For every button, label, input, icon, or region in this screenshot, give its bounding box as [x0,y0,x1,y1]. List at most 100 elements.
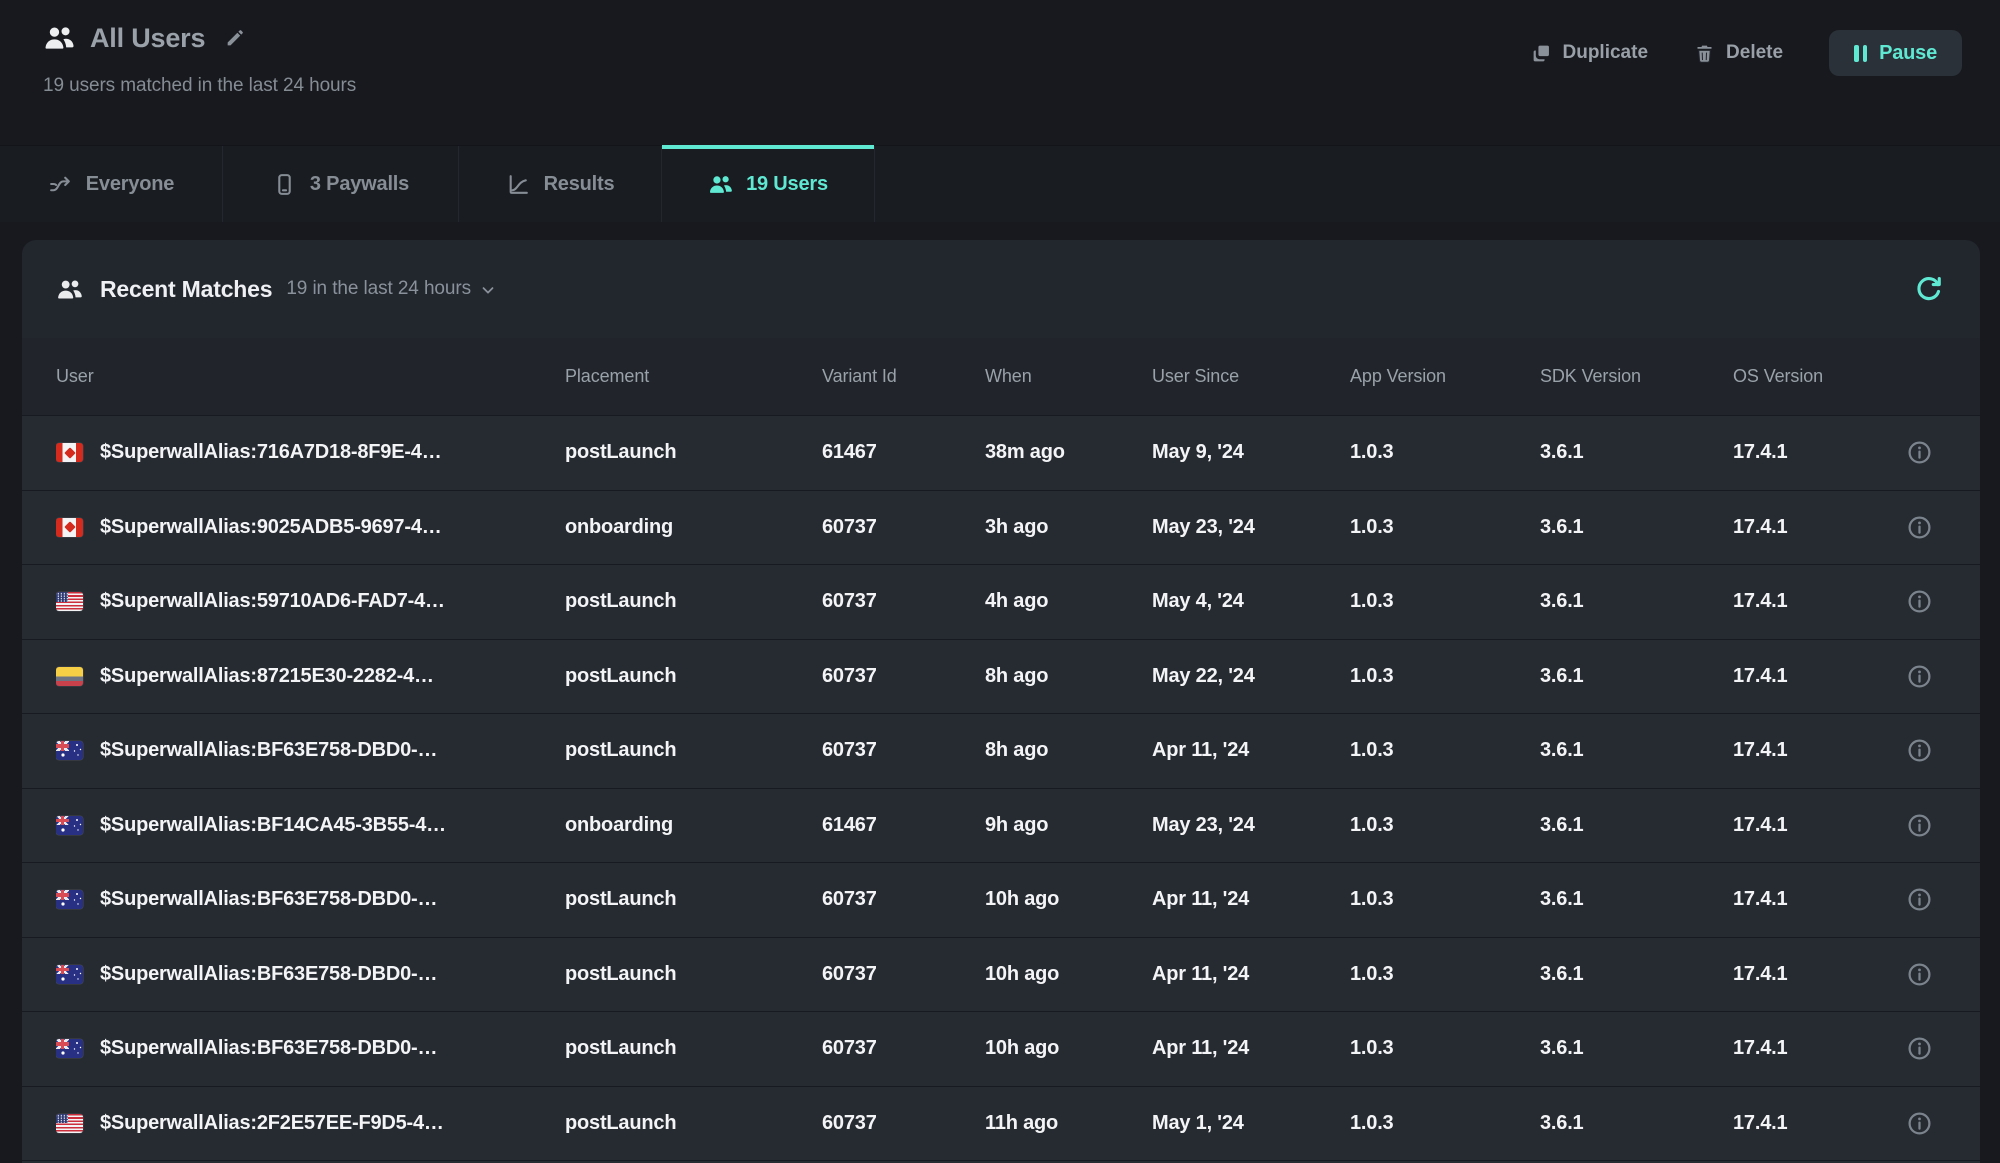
header-actions: Duplicate Delete Pause [1531,30,1963,76]
time-range-label: 19 in the last 24 hours [286,278,471,300]
country-flag-icon [56,667,83,686]
info-icon[interactable] [1906,1035,1933,1062]
page-title: All Users [90,23,205,54]
info-icon[interactable] [1906,812,1933,839]
table-row[interactable]: $SuperwallAlias:BF63E758-DBD0-… postLaun… [22,937,1980,1012]
table-body: $SuperwallAlias:716A7D18-8F9E-4… postLau… [22,415,1980,1163]
user-since-value: Apr 11, '24 [1152,888,1350,911]
variant-id-value: 60737 [822,516,985,539]
column-header-os-version: OS Version [1733,366,1893,387]
variant-id-value: 61467 [822,814,985,837]
info-icon[interactable] [1906,663,1933,690]
app-version-value: 1.0.3 [1350,516,1540,539]
table-row[interactable]: $SuperwallAlias:2F2E57EE-F9D5-4… postLau… [22,1086,1980,1161]
duplicate-button[interactable]: Duplicate [1531,42,1649,64]
refresh-icon[interactable] [1914,274,1944,304]
user-since-value: May 22, '24 [1152,665,1350,688]
user-alias: $SuperwallAlias:2F2E57EE-F9D5-4… [100,1112,444,1135]
column-header-placement: Placement [565,366,822,387]
user-alias: $SuperwallAlias:BF14CA45-3B55-4… [100,814,446,837]
user-since-value: May 1, '24 [1152,1112,1350,1135]
column-header-app-version: App Version [1350,366,1540,387]
info-icon[interactable] [1906,514,1933,541]
sdk-version-value: 3.6.1 [1540,888,1733,911]
user-alias: $SuperwallAlias:BF63E758-DBD0-… [100,1037,437,1060]
column-header-variant-id: Variant Id [822,366,985,387]
os-version-value: 17.4.1 [1733,1112,1893,1135]
user-alias: $SuperwallAlias:59710AD6-FAD7-4… [100,590,445,613]
when-value: 10h ago [985,963,1152,986]
app-version-value: 1.0.3 [1350,590,1540,613]
user-since-value: May 9, '24 [1152,441,1350,464]
pause-button[interactable]: Pause [1829,30,1962,76]
info-icon[interactable] [1906,588,1933,615]
app-version-value: 1.0.3 [1350,963,1540,986]
country-flag-icon [56,518,83,537]
placement-value: onboarding [565,516,822,539]
when-value: 8h ago [985,665,1152,688]
tab-users-label: 19 Users [746,173,828,196]
variant-id-value: 60737 [822,590,985,613]
sdk-version-value: 3.6.1 [1540,1037,1733,1060]
placement-value: postLaunch [565,665,822,688]
country-flag-icon [56,890,83,909]
info-icon[interactable] [1906,961,1933,988]
column-header-sdk-version: SDK Version [1540,366,1733,387]
when-value: 11h ago [985,1112,1152,1135]
sdk-version-value: 3.6.1 [1540,814,1733,837]
user-since-value: May 23, '24 [1152,814,1350,837]
variant-id-value: 61467 [822,441,985,464]
duplicate-icon [1531,43,1552,64]
placement-value: postLaunch [565,1037,822,1060]
tab-paywalls[interactable]: 3 Paywalls [223,146,459,222]
country-flag-icon [56,1114,83,1133]
user-alias: $SuperwallAlias:87215E30-2282-4… [100,665,434,688]
variant-id-value: 60737 [822,1037,985,1060]
table-row[interactable]: $SuperwallAlias:59710AD6-FAD7-4… postLau… [22,564,1980,639]
table-row[interactable]: $SuperwallAlias:BF63E758-DBD0-… postLaun… [22,713,1980,788]
placement-value: postLaunch [565,963,822,986]
chart-icon [506,172,531,197]
sdk-version-value: 3.6.1 [1540,963,1733,986]
country-flag-icon [56,965,83,984]
time-range-selector[interactable]: 19 in the last 24 hours [286,278,497,300]
edit-title-icon[interactable] [224,27,246,49]
table-row[interactable]: $SuperwallAlias:716A7D18-8F9E-4… postLau… [22,415,1980,490]
user-since-value: May 4, '24 [1152,590,1350,613]
info-icon[interactable] [1906,737,1933,764]
when-value: 9h ago [985,814,1152,837]
table-row[interactable]: $SuperwallAlias:BF63E758-DBD0-… postLaun… [22,862,1980,937]
os-version-value: 17.4.1 [1733,814,1893,837]
table-row[interactable]: $SuperwallAlias:BF14CA45-3B55-4… onboard… [22,788,1980,863]
variant-id-value: 60737 [822,739,985,762]
table-row[interactable]: $SuperwallAlias:9025ADB5-9697-4… onboard… [22,490,1980,565]
country-flag-icon [56,443,83,462]
when-value: 3h ago [985,516,1152,539]
info-icon[interactable] [1906,439,1933,466]
column-header-user: User [56,366,565,387]
recent-matches-header: Recent Matches 19 in the last 24 hours [22,240,1980,338]
os-version-value: 17.4.1 [1733,665,1893,688]
user-since-value: Apr 11, '24 [1152,739,1350,762]
branch-arrow-icon [48,172,73,197]
delete-label: Delete [1726,42,1783,64]
placement-value: postLaunch [565,590,822,613]
user-alias: $SuperwallAlias:9025ADB5-9697-4… [100,516,442,539]
tab-users[interactable]: 19 Users [662,146,875,222]
tab-everyone[interactable]: Everyone [0,146,223,222]
table-row[interactable]: $SuperwallAlias:87215E30-2282-4… postLau… [22,639,1980,714]
variant-id-value: 60737 [822,1112,985,1135]
tab-results[interactable]: Results [459,146,662,222]
table-row[interactable]: $SuperwallAlias:BF63E758-DBD0-… postLaun… [22,1011,1980,1086]
app-version-value: 1.0.3 [1350,739,1540,762]
info-icon[interactable] [1906,886,1933,913]
country-flag-icon [56,592,83,611]
column-header-user-since: User Since [1152,366,1350,387]
os-version-value: 17.4.1 [1733,739,1893,762]
phone-icon [272,172,297,197]
info-icon[interactable] [1906,1110,1933,1137]
country-flag-icon [56,816,83,835]
country-flag-icon [56,741,83,760]
placement-value: postLaunch [565,441,822,464]
delete-button[interactable]: Delete [1694,42,1783,64]
